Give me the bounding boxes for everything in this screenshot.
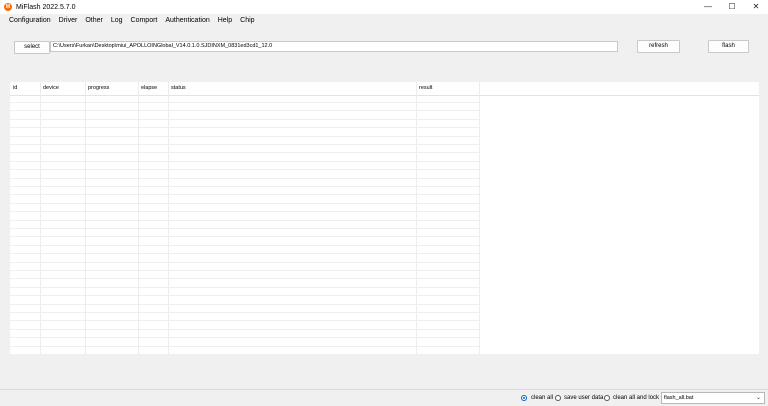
refresh-button[interactable]: refresh	[637, 40, 680, 53]
column-divider	[85, 82, 86, 354]
column-device[interactable]: device	[40, 82, 85, 95]
table-row	[10, 203, 479, 204]
table-row	[10, 144, 479, 145]
window-controls: — ☐ ✕	[696, 0, 768, 14]
menu-help[interactable]: Help	[214, 14, 236, 28]
table-row	[10, 236, 479, 237]
title-bar: M MiFlash 2022.5.7.0 — ☐ ✕	[0, 0, 768, 14]
flash-script-value: flash_all.bat	[664, 395, 694, 401]
menu-comport[interactable]: Comport	[127, 14, 162, 28]
table-row	[10, 270, 479, 271]
table-row	[10, 186, 479, 187]
column-divider	[479, 82, 480, 354]
table-row	[10, 253, 479, 254]
menu-authentication[interactable]: Authentication	[161, 14, 213, 28]
table-row	[10, 329, 479, 330]
column-status[interactable]: status	[168, 82, 416, 95]
window-title: MiFlash 2022.5.7.0	[16, 3, 76, 11]
minimize-icon[interactable]: —	[696, 0, 720, 14]
table-row	[10, 346, 479, 347]
menu-driver[interactable]: Driver	[55, 14, 82, 28]
clean-all-and-lock-label[interactable]: clean all and lock	[613, 393, 659, 403]
select-button[interactable]: select	[14, 41, 50, 54]
miflash-logo-icon: M	[4, 3, 12, 11]
menu-other[interactable]: Other	[81, 14, 107, 28]
table-header: id device progress elapse status result	[10, 82, 759, 96]
table-row	[10, 337, 479, 338]
table-row	[10, 320, 479, 321]
table-row	[10, 127, 479, 128]
table-row	[10, 136, 479, 137]
table-row	[10, 102, 479, 103]
table-row	[10, 169, 479, 170]
save-user-data-label[interactable]: save user data	[564, 393, 603, 403]
chevron-down-icon: ⌄	[755, 395, 761, 401]
table-row	[10, 119, 479, 120]
column-id[interactable]: id	[10, 82, 40, 95]
maximize-icon[interactable]: ☐	[720, 0, 744, 14]
clean-all-and-lock-radio[interactable]	[604, 395, 610, 401]
table-row	[10, 178, 479, 179]
table-row	[10, 152, 479, 153]
table-row	[10, 220, 479, 221]
save-user-data-radio[interactable]	[555, 395, 561, 401]
table-row	[10, 295, 479, 296]
clean-all-label[interactable]: clean all	[531, 393, 553, 403]
table-row	[10, 161, 479, 162]
table-row	[10, 228, 479, 229]
table-row	[10, 304, 479, 305]
flash-button[interactable]: flash	[708, 40, 749, 53]
flash-script-select[interactable]: flash_all.bat ⌄	[661, 392, 765, 404]
table-row	[10, 245, 479, 246]
column-elapse[interactable]: elapse	[138, 82, 168, 95]
column-progress[interactable]: progress	[85, 82, 138, 95]
column-divider	[40, 82, 41, 354]
table-row	[10, 287, 479, 288]
menu-log[interactable]: Log	[107, 14, 127, 28]
menu-chip[interactable]: Chip	[236, 14, 258, 28]
column-result[interactable]: result	[416, 82, 479, 95]
table-row	[10, 312, 479, 313]
options-bar: clean all save user data clean all and l…	[0, 389, 768, 406]
device-table[interactable]: id device progress elapse status result	[10, 82, 759, 354]
table-row	[10, 194, 479, 195]
column-divider	[416, 82, 417, 354]
menu-bar: Configuration Driver Other Log Comport A…	[0, 14, 768, 28]
table-row	[10, 211, 479, 212]
close-icon[interactable]: ✕	[744, 0, 768, 14]
table-row	[10, 110, 479, 111]
clean-all-radio[interactable]	[521, 395, 527, 401]
column-divider	[138, 82, 139, 354]
menu-configuration[interactable]: Configuration	[0, 14, 55, 28]
column-divider	[168, 82, 169, 354]
table-row	[10, 278, 479, 279]
rom-path-input[interactable]: C:\Users\Furkan\Desktop\miui_APOLLOINGlo…	[50, 41, 618, 52]
table-row	[10, 262, 479, 263]
